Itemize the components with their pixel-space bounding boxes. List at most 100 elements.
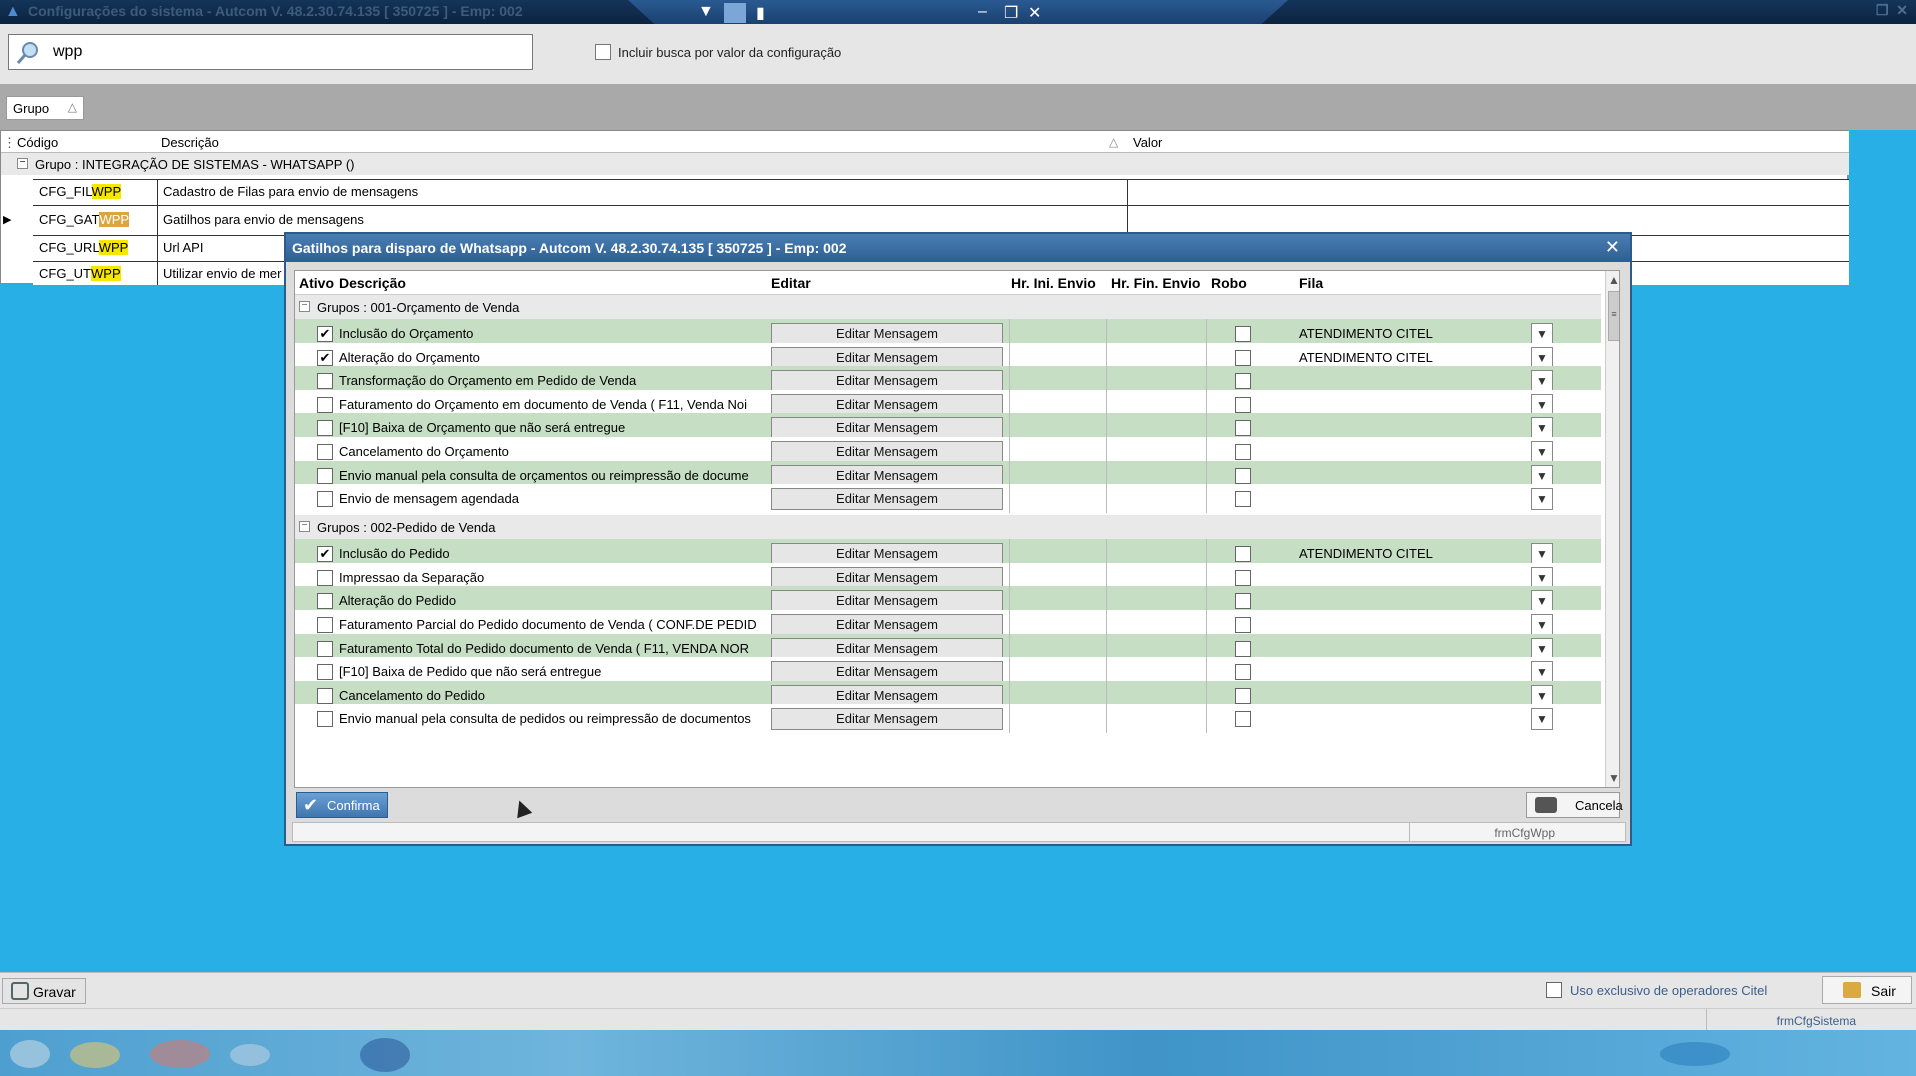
row-code: CFG_UTWPP bbox=[39, 266, 121, 281]
vertical-scrollbar[interactable]: ▲ ≡ ▼ bbox=[1605, 271, 1619, 787]
robo-checkbox[interactable] bbox=[1235, 711, 1251, 728]
signal-icon[interactable]: ▮ bbox=[756, 3, 765, 23]
robo-checkbox[interactable] bbox=[1235, 373, 1251, 390]
robo-checkbox[interactable] bbox=[1235, 687, 1251, 704]
header-descricao[interactable]: Descrição bbox=[161, 135, 219, 150]
trigger-group-row[interactable]: − Grupos : 002-Pedido de Venda bbox=[295, 515, 1601, 540]
collapse-icon[interactable]: − bbox=[299, 521, 310, 533]
trigger-description: Cancelamento do Pedido bbox=[339, 687, 485, 703]
trigger-description: Faturamento Parcial do Pedido documento … bbox=[339, 617, 757, 632]
table-row[interactable]: CFG_GATWPP Gatilhos para envio de mensag… bbox=[33, 205, 1849, 235]
active-checkbox[interactable] bbox=[317, 420, 333, 437]
header-descricao[interactable]: Descrição bbox=[339, 275, 406, 291]
dialog-close-icon[interactable]: ✕ bbox=[1605, 237, 1620, 258]
robo-checkbox[interactable] bbox=[1235, 593, 1251, 610]
trigger-group-row[interactable]: − Grupos : 001-Orçamento de Venda bbox=[295, 295, 1601, 319]
active-checkbox[interactable] bbox=[317, 640, 333, 657]
trigger-description: [F10] Baixa de Pedido que não será entre… bbox=[339, 664, 602, 680]
trigger-description: Alteração do Orçamento bbox=[339, 349, 480, 365]
robo-checkbox[interactable] bbox=[1235, 640, 1251, 657]
active-checkbox[interactable] bbox=[317, 593, 333, 610]
robo-checkbox[interactable] bbox=[1235, 617, 1251, 633]
active-checkbox[interactable]: ✔ bbox=[317, 349, 333, 366]
robo-checkbox[interactable] bbox=[1235, 420, 1251, 437]
confirm-button[interactable]: ✔ Confirma bbox=[296, 792, 388, 818]
header-editar[interactable]: Editar bbox=[771, 275, 811, 291]
queue-dropdown-icon[interactable]: ▼ bbox=[1531, 488, 1553, 511]
edit-message-button[interactable]: Editar Mensagem bbox=[771, 708, 1003, 731]
close-icon[interactable]: ✕ bbox=[1028, 3, 1041, 23]
header-ativo[interactable]: Ativo bbox=[299, 275, 334, 291]
app-icon: ▲ bbox=[5, 3, 21, 20]
robo-checkbox[interactable] bbox=[1235, 444, 1251, 460]
active-checkbox[interactable] bbox=[317, 664, 333, 681]
config-grid-header: ⋮ Código Descrição △ Valor bbox=[1, 131, 1849, 153]
trigger-row: Envio de mensagem agendada Editar Mensage… bbox=[295, 484, 1601, 514]
window-controls[interactable]: ❐ ✕ bbox=[1876, 2, 1908, 19]
active-checkbox[interactable] bbox=[317, 396, 333, 413]
active-checkbox[interactable] bbox=[317, 373, 333, 390]
trigger-description: [F10] Baixa de Orçamento que não será en… bbox=[339, 420, 626, 436]
robo-checkbox[interactable] bbox=[1235, 664, 1251, 681]
exit-button[interactable]: Sair bbox=[1822, 976, 1912, 1004]
search-icon bbox=[16, 42, 38, 64]
active-checkbox[interactable] bbox=[317, 711, 333, 728]
active-checkbox[interactable]: ✔ bbox=[317, 546, 333, 563]
scroll-thumb[interactable]: ≡ bbox=[1608, 291, 1619, 341]
search-box[interactable] bbox=[8, 34, 533, 70]
pin-icon[interactable] bbox=[724, 3, 746, 23]
main-statusbar: frmCfgSistema bbox=[0, 1008, 1916, 1031]
search-input[interactable] bbox=[53, 40, 523, 64]
collapse-icon[interactable]: − bbox=[17, 158, 28, 169]
edit-message-button[interactable]: Editar Mensagem bbox=[771, 488, 1003, 511]
hr-fin-cell[interactable] bbox=[1107, 704, 1207, 734]
trigger-description: Faturamento do Orçamento em documento de… bbox=[339, 396, 748, 412]
header-fila[interactable]: Fila bbox=[1299, 275, 1323, 291]
robo-checkbox[interactable] bbox=[1235, 467, 1251, 484]
collapse-icon[interactable]: − bbox=[299, 301, 310, 312]
queue-value: ATENDIMENTO CITEL bbox=[1299, 326, 1433, 341]
robo-checkbox[interactable] bbox=[1235, 491, 1251, 508]
table-row[interactable]: CFG_FILWPP Cadastro de Filas para envio … bbox=[33, 179, 1849, 205]
hr-ini-cell[interactable] bbox=[1009, 704, 1107, 734]
current-row-icon: ▶ bbox=[3, 214, 12, 226]
active-checkbox[interactable] bbox=[317, 467, 333, 484]
save-button[interactable]: Gravar bbox=[2, 978, 86, 1004]
exit-icon bbox=[1843, 982, 1861, 998]
active-checkbox[interactable]: ✔ bbox=[317, 326, 333, 342]
robo-checkbox[interactable] bbox=[1235, 349, 1251, 366]
header-hr-fin[interactable]: Hr. Fin. Envio bbox=[1111, 275, 1200, 291]
active-checkbox[interactable] bbox=[317, 444, 333, 460]
active-checkbox[interactable] bbox=[317, 687, 333, 704]
restore-icon[interactable]: ❐ bbox=[1004, 3, 1018, 23]
include-value-checkbox[interactable] bbox=[595, 44, 611, 60]
group-chip[interactable]: Grupo △ bbox=[6, 96, 84, 120]
row-desc: Gatilhos para envio de mensagens bbox=[163, 212, 364, 227]
minimize-icon[interactable]: – bbox=[978, 3, 987, 21]
header-hr-ini[interactable]: Hr. Ini. Envio bbox=[1011, 275, 1096, 291]
trigger-description: Alteração do Pedido bbox=[339, 593, 457, 609]
robo-checkbox[interactable] bbox=[1235, 569, 1251, 586]
group-chip-label: Grupo bbox=[13, 101, 50, 116]
hr-fin-cell[interactable] bbox=[1107, 484, 1207, 514]
active-checkbox[interactable] bbox=[317, 617, 333, 633]
dropdown-icon[interactable]: ▼ bbox=[698, 3, 714, 21]
hr-ini-cell[interactable] bbox=[1009, 484, 1107, 514]
scroll-down-icon[interactable]: ▼ bbox=[1608, 771, 1619, 785]
sort-icon: △ bbox=[1109, 135, 1119, 149]
robo-checkbox[interactable] bbox=[1235, 326, 1251, 342]
config-group-row[interactable]: − Grupo : INTEGRAÇÃO DE SISTEMAS - WHATS… bbox=[1, 153, 1849, 175]
cancel-button[interactable]: Cancela bbox=[1526, 792, 1623, 818]
grid-menu-icon[interactable]: ⋮ bbox=[3, 135, 16, 151]
scroll-up-icon[interactable]: ▲ bbox=[1608, 273, 1619, 287]
active-checkbox[interactable] bbox=[317, 491, 333, 508]
header-valor[interactable]: Valor bbox=[1133, 135, 1162, 150]
header-robo[interactable]: Robo bbox=[1211, 275, 1247, 291]
robo-checkbox[interactable] bbox=[1235, 396, 1251, 413]
active-checkbox[interactable] bbox=[317, 569, 333, 586]
queue-dropdown-icon[interactable]: ▼ bbox=[1531, 708, 1553, 731]
exclusive-use-checkbox[interactable] bbox=[1546, 982, 1562, 998]
robo-checkbox[interactable] bbox=[1235, 546, 1251, 563]
header-codigo[interactable]: Código bbox=[17, 135, 58, 150]
row-code: CFG_FILWPP bbox=[39, 184, 122, 199]
